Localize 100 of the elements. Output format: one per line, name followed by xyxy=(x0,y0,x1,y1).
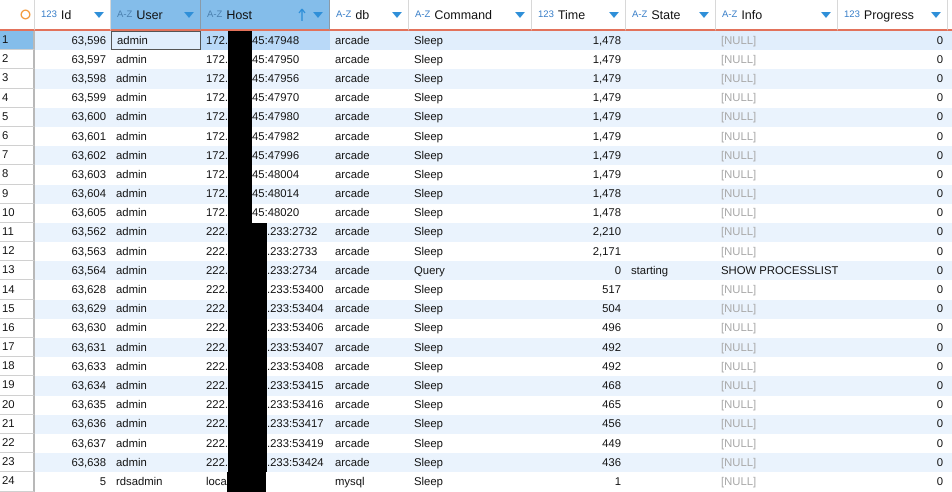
type-label: A-Z xyxy=(415,9,430,20)
host-text: 172. xyxy=(206,130,228,143)
row-number[interactable]: 9 xyxy=(0,184,35,204)
table-cell: Query xyxy=(409,261,532,280)
table-cell: 0 xyxy=(838,108,948,127)
row-number[interactable]: 2 xyxy=(0,50,35,70)
table-cell: 63,629 xyxy=(35,300,111,319)
column-header[interactable]: A-Z Info xyxy=(716,0,838,31)
dropdown-icon[interactable] xyxy=(94,12,104,18)
host-text: 222. xyxy=(206,246,228,258)
table-cell: admin xyxy=(111,300,201,319)
host-text: .233:53416 xyxy=(267,399,324,412)
row-number[interactable]: 16 xyxy=(0,318,35,338)
table-cell: admin xyxy=(111,261,201,280)
table-cell: 63,596 xyxy=(35,31,111,50)
column-header[interactable]: A-Z Host xyxy=(201,0,330,31)
host-text: 172. xyxy=(206,54,228,66)
table-cell: admin xyxy=(111,222,201,242)
table-cell: 63,598 xyxy=(35,69,111,89)
table-cell: arcade xyxy=(330,108,409,127)
column-header[interactable]: A-Z User xyxy=(111,0,201,31)
sort-arrow-icon[interactable] xyxy=(298,8,306,22)
table-cell: 0 xyxy=(838,184,948,204)
host-text: 172. xyxy=(206,111,228,124)
row-number[interactable]: 5 xyxy=(0,108,35,127)
row-number[interactable]: 18 xyxy=(0,357,35,376)
host-text: .233:2733 xyxy=(267,246,318,258)
type-label: A-Z xyxy=(207,9,222,20)
table-cell: [NULL] xyxy=(716,31,838,50)
dropdown-icon[interactable] xyxy=(313,12,323,18)
table-cell: admin xyxy=(111,184,201,204)
row-number[interactable]: 8 xyxy=(0,165,35,184)
dropdown-icon[interactable] xyxy=(609,12,619,18)
host-text: 222. xyxy=(206,438,228,450)
table-cell: [NULL] xyxy=(716,453,838,472)
dropdown-icon[interactable] xyxy=(392,12,402,18)
column-header[interactable]: A-Z State xyxy=(626,0,716,31)
row-number[interactable]: 20 xyxy=(0,396,35,415)
row-number[interactable]: 23 xyxy=(0,453,35,472)
table-cell: Sleep xyxy=(409,69,532,89)
row-number[interactable]: 3 xyxy=(0,69,35,89)
table-cell: SHOW PROCESSLIST xyxy=(716,261,838,280)
host-text: 45:47970 xyxy=(252,92,300,104)
column-header[interactable]: A-Z Command xyxy=(409,0,532,31)
row-number[interactable]: 14 xyxy=(0,280,35,300)
table-cell: [NULL] xyxy=(716,69,838,89)
host-text: .233:2732 xyxy=(267,226,318,238)
table-cell: 0 xyxy=(838,222,948,242)
table-cell: arcade xyxy=(330,376,409,396)
dropdown-icon[interactable] xyxy=(184,12,194,18)
table-cell: arcade xyxy=(330,222,409,242)
table-cell: arcade xyxy=(330,31,409,50)
table-cell: 0 xyxy=(838,338,948,358)
host-text: .233:53417 xyxy=(267,418,324,430)
host-text: 222. xyxy=(206,322,228,334)
table-cell: 0 xyxy=(532,261,626,280)
host-text: 172. xyxy=(206,150,228,162)
row-number[interactable]: 7 xyxy=(0,146,35,166)
table-cell: 1,479 xyxy=(532,69,626,89)
table-cell: Sleep xyxy=(409,146,532,166)
dropdown-icon[interactable] xyxy=(931,12,941,18)
table-cell: 63,636 xyxy=(35,414,111,434)
row-number[interactable]: 12 xyxy=(0,242,35,262)
table-cell: [NULL] xyxy=(716,184,838,204)
row-number[interactable]: 24 xyxy=(0,472,35,492)
table-cell: 436 xyxy=(532,453,626,472)
host-text: .233:53407 xyxy=(267,342,324,354)
table-cell: 63,562 xyxy=(35,222,111,242)
column-header[interactable]: 123 Progress xyxy=(838,0,948,31)
row-number[interactable]: 1 xyxy=(0,31,35,50)
host-text: 222. xyxy=(206,399,228,412)
column-header[interactable]: 123 Time xyxy=(532,0,626,31)
row-number[interactable]: 21 xyxy=(0,414,35,434)
host-text: 172. xyxy=(206,92,228,104)
table-cell: starting xyxy=(626,261,716,280)
table-cell: arcade xyxy=(330,338,409,358)
host-text: 222. xyxy=(206,418,228,430)
column-header[interactable]: 123 Id xyxy=(35,0,111,31)
table-cell: 63,600 xyxy=(35,108,111,127)
row-number[interactable]: 6 xyxy=(0,126,35,146)
row-number[interactable]: 4 xyxy=(0,88,35,108)
row-number[interactable]: 13 xyxy=(0,261,35,280)
host-text: 222. xyxy=(206,342,228,354)
column-header[interactable]: A-Z db xyxy=(330,0,409,31)
host-text: 172. xyxy=(206,168,228,181)
dropdown-icon[interactable] xyxy=(515,12,525,18)
row-number[interactable]: 15 xyxy=(0,300,35,319)
row-number[interactable]: 22 xyxy=(0,434,35,454)
row-number[interactable]: 10 xyxy=(0,204,35,223)
type-label: A-Z xyxy=(632,9,648,20)
row-number[interactable]: 19 xyxy=(0,376,35,396)
table-cell: [NULL] xyxy=(716,300,838,319)
dropdown-icon[interactable] xyxy=(821,12,831,18)
host-text: .233:53408 xyxy=(267,360,324,373)
host-text: 172. xyxy=(206,207,228,220)
table-cell: arcade xyxy=(330,184,409,204)
table-cell: 63,631 xyxy=(35,338,111,358)
dropdown-icon[interactable] xyxy=(699,12,709,18)
row-number[interactable]: 17 xyxy=(0,338,35,358)
row-number[interactable]: 11 xyxy=(0,222,35,242)
